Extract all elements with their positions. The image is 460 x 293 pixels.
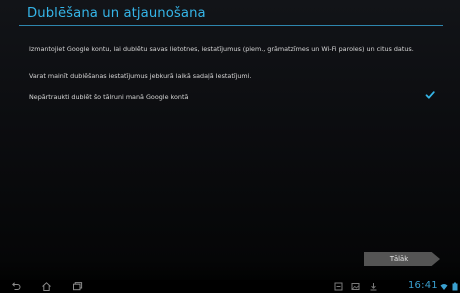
download-icon[interactable] (369, 282, 378, 291)
battery-icon (452, 282, 458, 291)
backup-description: Izmantojiet Google kontu, lai dublētu sa… (29, 45, 414, 53)
status-clock[interactable]: 16:41 (408, 280, 438, 291)
back-icon[interactable] (10, 281, 21, 292)
screenshot-icon[interactable] (334, 282, 343, 291)
setup-screen: Dublēšana un atjaunošana Izmantojiet Goo… (0, 0, 460, 293)
backup-option-label[interactable]: Nepārtraukti dublēt šo tālruni manā Goog… (29, 93, 188, 101)
system-navigation-bar: 16:41 (0, 280, 460, 293)
next-button-label: Tālāk (389, 255, 409, 263)
recent-apps-icon[interactable] (72, 281, 83, 292)
settings-change-info: Varat mainīt dublēšanas iestatījumus jeb… (29, 72, 252, 80)
checkmark-icon (425, 91, 435, 99)
backup-checkbox[interactable] (424, 89, 436, 101)
wifi-icon (440, 284, 448, 290)
next-button[interactable]: Tālāk (364, 252, 440, 266)
home-icon[interactable] (41, 281, 52, 292)
page-title: Dublēšana un atjaunošana (27, 6, 206, 21)
title-divider (19, 25, 443, 26)
gallery-icon[interactable] (351, 282, 360, 291)
